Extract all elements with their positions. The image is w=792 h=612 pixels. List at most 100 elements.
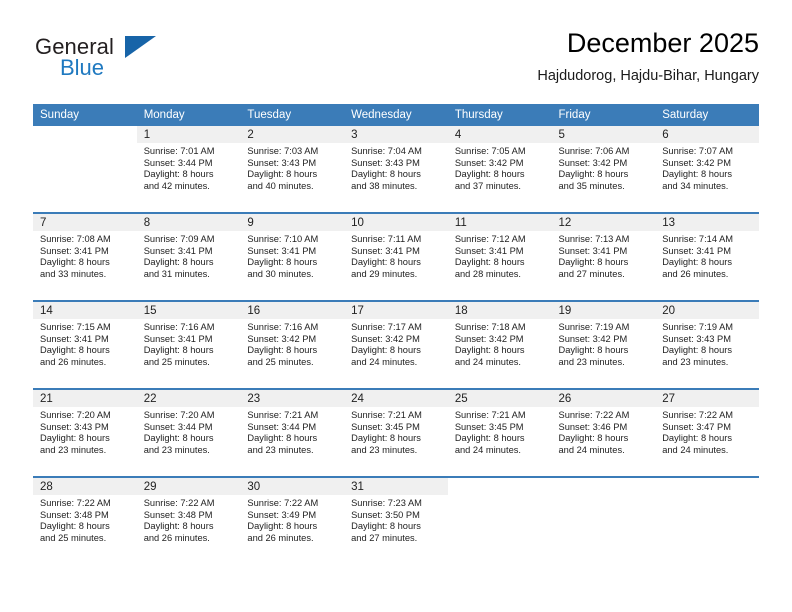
calendar-day-cell[interactable]: 11 Sunrise: 7:12 AM Sunset: 3:41 PM Dayligh… [447,213,552,302]
calendar-day-cell[interactable]: 25 Sunrise: 7:21 AM Sunset: 3:45 PM Dayligh… [447,389,552,478]
sunrise-text: Sunrise: 7:15 AM [40,322,111,332]
daylight-text-line1: Daylight: 8 hours [662,169,732,180]
calendar-day-cell[interactable]: 8 Sunrise: 7:09 AM Sunset: 3:41 PM Daylight… [136,213,241,302]
calendar-day-cell[interactable]: 14 Sunrise: 7:15 AM Sunset: 3:41 PM Dayligh… [33,301,137,390]
day-cell-inner: 1 Sunrise: 7:01 AM Sunset: 3:44 PM Daylight… [136,126,241,210]
sunrise-text: Sunrise: 7:22 AM [662,410,734,420]
calendar-day-cell[interactable]: 31 Sunrise: 7:23 AM Sunset: 3:50 PM Dayligh… [344,477,448,564]
calendar-day-cell[interactable]: 4 Sunrise: 7:05 AM Sunset: 3:42 PM Daylight… [447,126,552,214]
day-cell-details: Sunrise: 7:11 AM Sunset: 3:41 PM Daylight:… [344,231,448,280]
calendar-day-cell[interactable]: 27 Sunrise: 7:22 AM Sunset: 3:47 PM Dayligh… [655,389,759,478]
calendar-day-cell[interactable]: 30 Sunrise: 7:22 AM Sunset: 3:49 PM Dayligh… [240,477,345,564]
day-cell-details: Sunrise: 7:21 AM Sunset: 3:45 PM Daylight:… [448,407,552,456]
daylight-text-line1: Daylight: 8 hours [40,257,110,268]
day-number: 20 [655,302,759,319]
calendar-day-cell[interactable]: 12 Sunrise: 7:13 AM Sunset: 3:41 PM Dayligh… [551,213,656,302]
daylight-text-line2: and 40 minutes. [247,180,314,191]
sunset-text: Sunset: 3:49 PM [247,509,317,520]
logo-triangle-icon [125,36,156,58]
calendar-day-cell[interactable]: 20 Sunrise: 7:19 AM Sunset: 3:43 PM Dayligh… [655,301,759,390]
calendar-day-cell[interactable]: 24 Sunrise: 7:21 AM Sunset: 3:45 PM Dayligh… [344,389,448,478]
sunset-text: Sunset: 3:44 PM [143,157,213,168]
day-number: 11 [447,214,552,231]
daylight-text-line1: Daylight: 8 hours [247,257,318,268]
daylight-text-line2: and 25 minutes. [143,356,210,367]
day-cell-details: Sunrise: 7:21 AM Sunset: 3:44 PM Daylight:… [240,407,344,456]
daylight-text-line1: Daylight: 8 hours [454,433,525,444]
sunset-text: Sunset: 3:41 PM [143,333,213,344]
daylight-text-line1: Daylight: 8 hours [351,345,421,356]
calendar-day-cell[interactable]: 10 Sunrise: 7:11 AM Sunset: 3:41 PM Dayligh… [344,213,448,302]
day-cell-details: Sunrise: 7:20 AM Sunset: 3:44 PM Daylight:… [137,407,241,456]
calendar-day-cell[interactable]: 18 Sunrise: 7:18 AM Sunset: 3:42 PM Dayligh… [447,301,552,390]
sunset-text: Sunset: 3:42 PM [558,333,628,344]
daylight-text-line1: Daylight: 8 hours [351,521,421,532]
calendar-day-cell[interactable]: 29 Sunrise: 7:22 AM Sunset: 3:48 PM Dayligh… [136,477,241,564]
calendar-week-row: 7 Sunrise: 7:08 AM Sunset: 3:41 PM Daylight… [33,213,759,302]
sunset-text: Sunset: 3:42 PM [247,333,317,344]
calendar-day-cell[interactable]: 6 Sunrise: 7:07 AM Sunset: 3:42 PM Daylight… [655,126,759,214]
day-cell-details: Sunrise: 7:14 AM Sunset: 3:41 PM Daylight:… [655,231,759,280]
day-cell-inner: 8 Sunrise: 7:09 AM Sunset: 3:41 PM Daylight… [136,214,241,298]
calendar-day-cell[interactable]: 1 Sunrise: 7:01 AM Sunset: 3:44 PM Daylight… [136,126,241,214]
day-cell-inner: 6 Sunrise: 7:07 AM Sunset: 3:42 PM Daylight… [655,126,759,210]
day-cell-inner: 15 Sunrise: 7:16 AM Sunset: 3:41 PM Dayligh… [136,302,241,386]
day-number: 5 [551,126,656,143]
day-cell-details: Sunrise: 7:08 AM Sunset: 3:41 PM Daylight:… [33,231,137,280]
calendar-day-cell[interactable]: 22 Sunrise: 7:20 AM Sunset: 3:44 PM Dayligh… [136,389,241,478]
daylight-text-line1: Daylight: 8 hours [247,521,318,532]
day-cell-inner: 27 Sunrise: 7:22 AM Sunset: 3:47 PM Dayligh… [655,390,759,474]
sunset-text: Sunset: 3:44 PM [143,421,213,432]
calendar-day-cell[interactable]: 28 Sunrise: 7:22 AM Sunset: 3:48 PM Dayligh… [33,477,137,564]
daylight-text-line2: and 26 minutes. [662,268,729,279]
daylight-text-line1: Daylight: 8 hours [662,257,732,268]
sunset-text: Sunset: 3:44 PM [247,421,317,432]
sunset-text: Sunset: 3:50 PM [351,509,420,520]
daylight-text-line2: and 23 minutes. [558,356,625,367]
day-cell-details: Sunrise: 7:12 AM Sunset: 3:41 PM Daylight:… [448,231,552,280]
daylight-text-line2: and 37 minutes. [454,180,521,191]
weekday-header-thursday: Thursday [447,104,552,126]
calendar-day-cell[interactable]: 2 Sunrise: 7:03 AM Sunset: 3:43 PM Daylight… [240,126,345,214]
sunrise-text: Sunrise: 7:01 AM [143,146,215,156]
daylight-text-line2: and 24 minutes. [662,444,729,455]
calendar-day-cell[interactable]: 3 Sunrise: 7:04 AM Sunset: 3:43 PM Daylight… [344,126,448,214]
calendar-day-cell[interactable]: 16 Sunrise: 7:16 AM Sunset: 3:42 PM Dayligh… [240,301,345,390]
calendar-day-cell[interactable]: 17 Sunrise: 7:17 AM Sunset: 3:42 PM Dayligh… [344,301,448,390]
logo-text-blue: Blue [60,55,105,80]
day-cell-details [552,495,656,498]
day-cell-details: Sunrise: 7:17 AM Sunset: 3:42 PM Daylight:… [344,319,448,368]
day-cell-details: Sunrise: 7:13 AM Sunset: 3:41 PM Daylight:… [552,231,656,280]
day-cell-inner: 7 Sunrise: 7:08 AM Sunset: 3:41 PM Daylight… [33,214,137,298]
sunrise-text: Sunrise: 7:05 AM [454,146,526,156]
sunrise-text: Sunrise: 7:22 AM [40,498,111,508]
day-number: 6 [655,126,759,143]
day-number [33,126,137,143]
day-number: 19 [551,302,656,319]
calendar-day-cell[interactable]: 23 Sunrise: 7:21 AM Sunset: 3:44 PM Dayligh… [240,389,345,478]
calendar-day-cell[interactable]: 9 Sunrise: 7:10 AM Sunset: 3:41 PM Daylight… [240,213,345,302]
daylight-text-line2: and 33 minutes. [40,268,107,279]
sunset-text: Sunset: 3:41 PM [454,245,524,256]
calendar-day-cell[interactable]: 15 Sunrise: 7:16 AM Sunset: 3:41 PM Dayligh… [136,301,241,390]
calendar-day-cell[interactable]: 26 Sunrise: 7:22 AM Sunset: 3:46 PM Dayligh… [551,389,656,478]
sunset-text: Sunset: 3:43 PM [662,333,731,344]
general-blue-logo[interactable]: General Blue [33,34,233,90]
day-number: 2 [240,126,345,143]
day-cell-details: Sunrise: 7:16 AM Sunset: 3:42 PM Daylight:… [240,319,344,368]
day-cell-inner: 11 Sunrise: 7:12 AM Sunset: 3:41 PM Dayligh… [447,214,552,298]
calendar-day-cell[interactable]: 19 Sunrise: 7:19 AM Sunset: 3:42 PM Dayligh… [551,301,656,390]
daylight-text-line2: and 25 minutes. [247,356,314,367]
sunrise-text: Sunrise: 7:19 AM [662,322,734,332]
calendar-day-cell[interactable]: 7 Sunrise: 7:08 AM Sunset: 3:41 PM Daylight… [33,213,137,302]
daylight-text-line1: Daylight: 8 hours [351,257,421,268]
sunset-text: Sunset: 3:45 PM [351,421,420,432]
daylight-text-line2: and 24 minutes. [558,444,625,455]
page-subtitle: Hajdudorog, Hajdu-Bihar, Hungary [537,68,759,84]
calendar-day-cell[interactable]: 21 Sunrise: 7:20 AM Sunset: 3:43 PM Dayligh… [33,389,137,478]
calendar-day-cell[interactable]: 13 Sunrise: 7:14 AM Sunset: 3:41 PM Dayligh… [655,213,759,302]
calendar-day-cell[interactable]: 5 Sunrise: 7:06 AM Sunset: 3:42 PM Daylight… [551,126,656,214]
day-cell-details: Sunrise: 7:06 AM Sunset: 3:42 PM Daylight:… [552,143,656,192]
day-cell-inner: 14 Sunrise: 7:15 AM Sunset: 3:41 PM Dayligh… [33,302,137,386]
daylight-text-line2: and 26 minutes. [143,532,210,543]
